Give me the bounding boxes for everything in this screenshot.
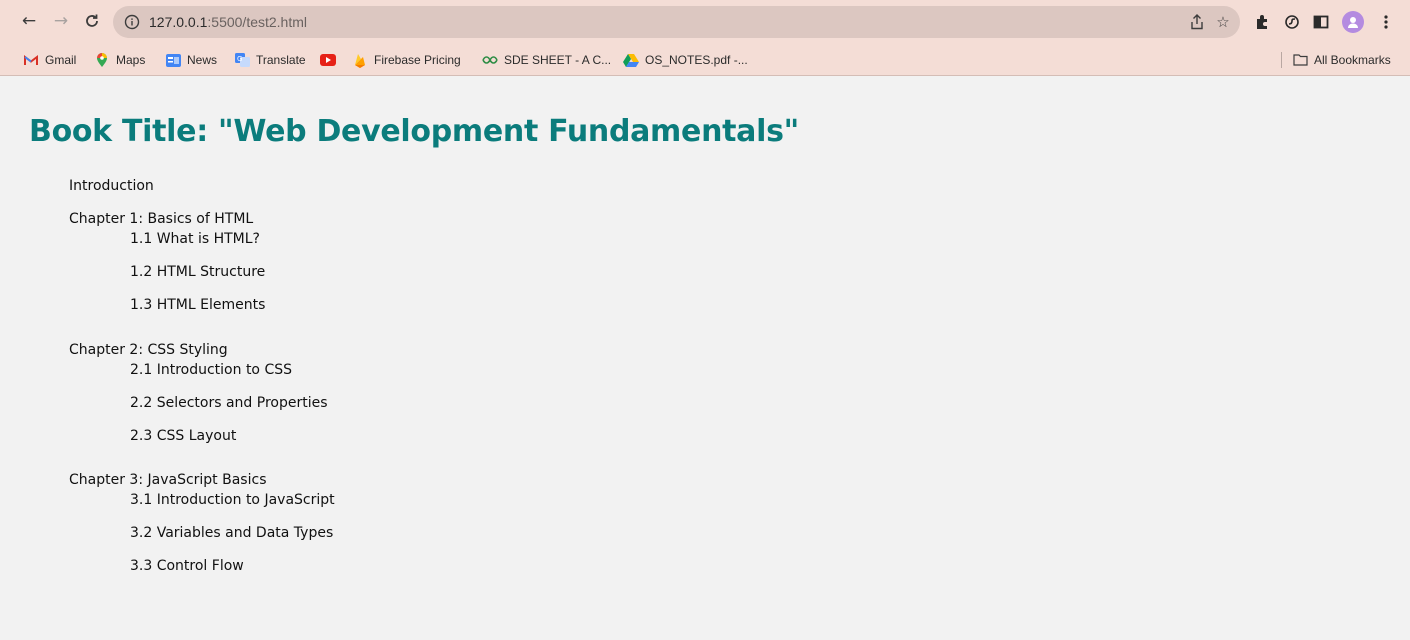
bookmarks-divider xyxy=(1281,52,1282,68)
toc-section: 3.3 Control Flow xyxy=(130,558,244,574)
reload-button[interactable] xyxy=(80,9,104,33)
menu-kebab-icon[interactable] xyxy=(1375,11,1397,33)
side-panel-icon[interactable] xyxy=(1310,11,1332,33)
bookmark-youtube[interactable] xyxy=(320,52,342,68)
browser-toolbar: ← → 127.0.0.1:5500/test2.html ☆ xyxy=(0,0,1410,44)
toc-chapter-1: Chapter 1: Basics of HTML xyxy=(69,211,254,227)
extension-swirl-icon[interactable] xyxy=(1281,11,1303,33)
url-path: :5500/test2.html xyxy=(207,14,308,30)
toc-section: 2.1 Introduction to CSS xyxy=(130,362,292,378)
toc-introduction: Introduction xyxy=(69,178,154,194)
bookmark-gmail[interactable]: Gmail xyxy=(23,52,76,68)
youtube-icon xyxy=(320,52,336,68)
sde-sheet-icon xyxy=(482,52,498,68)
page-title: Book Title: "Web Development Fundamental… xyxy=(29,114,799,149)
toc-section: 3.2 Variables and Data Types xyxy=(130,525,334,541)
avatar-icon xyxy=(1348,17,1358,28)
toc-section: 1.3 HTML Elements xyxy=(130,297,266,313)
bookmark-label: SDE SHEET - A C... xyxy=(504,53,612,67)
firebase-icon xyxy=(352,52,368,68)
bookmark-label: Gmail xyxy=(45,53,77,67)
toc-chapter-2: Chapter 2: CSS Styling xyxy=(69,342,228,358)
bookmark-label: Maps xyxy=(116,53,146,67)
address-bar[interactable]: 127.0.0.1:5500/test2.html ☆ xyxy=(113,6,1240,38)
gmail-icon xyxy=(23,52,39,68)
news-icon xyxy=(165,52,181,68)
bookmark-maps[interactable]: Maps xyxy=(94,52,145,68)
bookmark-label: Firebase Pricing xyxy=(374,53,461,67)
back-arrow-icon: ← xyxy=(21,11,37,31)
toc-section: 2.3 CSS Layout xyxy=(130,428,237,444)
bookmark-news[interactable]: News xyxy=(165,52,217,68)
bookmark-translate[interactable]: G Translate xyxy=(234,52,306,68)
profile-avatar[interactable] xyxy=(1342,11,1364,33)
all-bookmarks-button[interactable]: All Bookmarks xyxy=(1292,52,1391,68)
toc-section: 2.2 Selectors and Properties xyxy=(130,395,328,411)
toc-chapter-3: Chapter 3: JavaScript Basics xyxy=(69,472,267,488)
toc-section: 3.1 Introduction to JavaScript xyxy=(130,492,335,508)
extensions-icon[interactable] xyxy=(1252,11,1274,33)
svg-text:G: G xyxy=(237,55,242,63)
all-bookmarks-label: All Bookmarks xyxy=(1314,53,1391,67)
share-icon[interactable] xyxy=(1188,13,1206,31)
bookmark-label: News xyxy=(187,53,218,67)
bookmark-sde-sheet[interactable]: SDE SHEET - A C... xyxy=(482,52,611,68)
bookmarks-bar: Gmail Maps News G Translate Firebase Pri… xyxy=(0,44,1410,76)
forward-button[interactable]: → xyxy=(49,9,73,33)
forward-arrow-icon: → xyxy=(53,11,69,31)
maps-icon xyxy=(94,52,110,68)
page-content: Book Title: "Web Development Fundamental… xyxy=(0,76,1410,640)
toc-section: 1.2 HTML Structure xyxy=(130,264,266,280)
back-button[interactable]: ← xyxy=(17,9,41,33)
translate-icon: G xyxy=(234,52,250,68)
folder-icon xyxy=(1292,52,1308,68)
bookmark-star-icon[interactable]: ☆ xyxy=(1214,13,1232,31)
drive-icon xyxy=(623,52,639,68)
url-text[interactable]: 127.0.0.1:5500/test2.html xyxy=(149,14,307,30)
toc-section: 1.1 What is HTML? xyxy=(130,231,260,247)
reload-icon xyxy=(86,14,98,27)
bookmark-firebase-pricing[interactable]: Firebase Pricing xyxy=(352,52,461,68)
info-icon[interactable] xyxy=(124,14,140,30)
bookmark-label: Translate xyxy=(256,53,306,67)
bookmark-label: OS_NOTES.pdf -... xyxy=(645,53,748,67)
bookmark-os-notes[interactable]: OS_NOTES.pdf -... xyxy=(623,52,748,68)
url-host: 127.0.0.1 xyxy=(149,14,208,30)
